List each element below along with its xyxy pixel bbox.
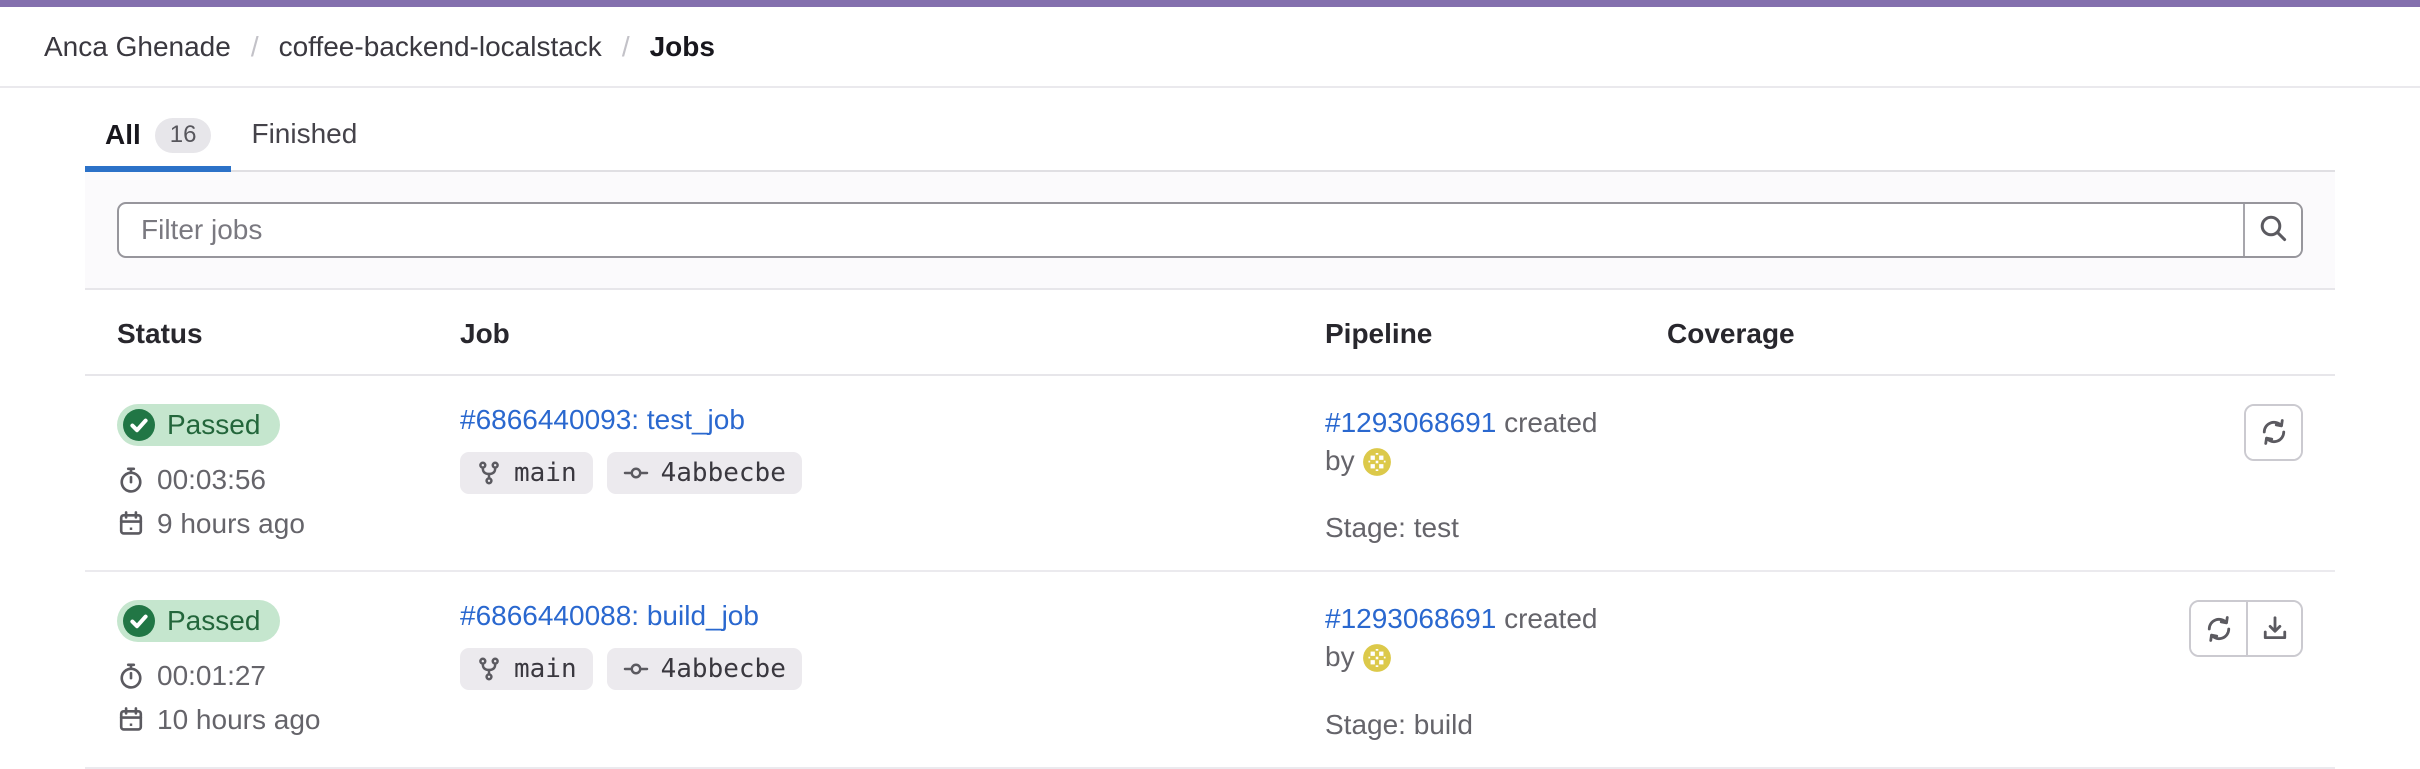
avatar[interactable] xyxy=(1362,643,1392,683)
check-circle-icon xyxy=(123,409,155,441)
job-duration-value: 00:01:27 xyxy=(157,660,266,692)
avatar[interactable] xyxy=(1362,447,1392,487)
retry-job-button[interactable] xyxy=(2246,406,2301,459)
commit-ref-badge[interactable]: 4abbecbe xyxy=(607,452,802,494)
job-status-label: Passed xyxy=(167,605,260,637)
status-cell: Passed 00:01:27 xyxy=(117,600,460,736)
commit-sha: 4abbecbe xyxy=(661,458,786,488)
search-icon xyxy=(2257,212,2289,247)
git-commit-icon xyxy=(623,460,649,486)
commit-ref-badge[interactable]: 4abbecbe xyxy=(607,648,802,690)
download-icon xyxy=(2260,614,2290,644)
breadcrumb-project-owner[interactable]: Anca Ghenade xyxy=(44,31,231,63)
branch-name: main xyxy=(514,458,577,488)
column-header-job: Job xyxy=(460,318,1325,350)
job-finished-value: 10 hours ago xyxy=(157,704,320,736)
tab-all[interactable]: All 16 xyxy=(85,100,231,172)
retry-icon xyxy=(2204,614,2234,644)
job-finished-time: 10 hours ago xyxy=(117,704,460,736)
tab-finished[interactable]: Finished xyxy=(231,100,377,170)
calendar-icon xyxy=(117,706,145,734)
retry-icon xyxy=(2259,417,2289,447)
git-commit-icon xyxy=(623,656,649,682)
calendar-icon xyxy=(117,510,145,538)
pipeline-cell: #1293068691 created by xyxy=(1325,600,1667,741)
job-row: Passed 00:01:27 xyxy=(85,572,2335,769)
commit-sha: 4abbecbe xyxy=(661,654,786,684)
job-cell: #6866440093: test_job main xyxy=(460,404,1325,494)
jobs-filter-panel xyxy=(85,172,2335,290)
pipeline-cell: #1293068691 created by xyxy=(1325,404,1667,545)
check-circle-icon xyxy=(123,605,155,637)
column-header-status: Status xyxy=(117,318,460,350)
breadcrumb-separator: / xyxy=(251,31,259,63)
git-branch-icon xyxy=(476,460,502,486)
stopwatch-icon xyxy=(117,466,145,494)
job-cell: #6866440088: build_job main xyxy=(460,600,1325,690)
job-status-badge[interactable]: Passed xyxy=(117,404,280,446)
stopwatch-icon xyxy=(117,662,145,690)
job-duration-value: 00:03:56 xyxy=(157,464,266,496)
column-header-coverage: Coverage xyxy=(1667,318,1967,350)
pipeline-link[interactable]: #1293068691 xyxy=(1325,603,1496,634)
job-link[interactable]: #6866440088: build_job xyxy=(460,600,759,631)
job-finished-value: 9 hours ago xyxy=(157,508,305,540)
retry-job-button[interactable] xyxy=(2191,602,2246,655)
job-link[interactable]: #6866440093: test_job xyxy=(460,404,745,435)
job-finished-time: 9 hours ago xyxy=(117,508,460,540)
breadcrumb: Anca Ghenade / coffee-backend-localstack… xyxy=(0,7,2420,88)
search-button[interactable] xyxy=(2243,204,2301,256)
branch-ref-badge[interactable]: main xyxy=(460,648,593,690)
tab-all-count-badge: 16 xyxy=(155,118,212,153)
job-actions xyxy=(2189,600,2303,657)
status-cell: Passed 00:03:56 xyxy=(117,404,460,540)
pipeline-link[interactable]: #1293068691 xyxy=(1325,407,1496,438)
breadcrumb-current-page: Jobs xyxy=(650,31,715,63)
job-actions xyxy=(2244,404,2303,461)
download-artifacts-button[interactable] xyxy=(2246,602,2301,655)
breadcrumb-project[interactable]: coffee-backend-localstack xyxy=(279,31,602,63)
jobs-tab-bar: All 16 Finished xyxy=(85,100,2335,172)
job-status-badge[interactable]: Passed xyxy=(117,600,280,642)
job-duration: 00:03:56 xyxy=(117,464,460,496)
pipeline-stage: Stage: build xyxy=(1325,709,1667,741)
branch-ref-badge[interactable]: main xyxy=(460,452,593,494)
job-status-label: Passed xyxy=(167,409,260,441)
filter-jobs-input[interactable] xyxy=(119,204,2243,256)
breadcrumb-separator: / xyxy=(622,31,630,63)
pipeline-stage: Stage: test xyxy=(1325,512,1667,544)
column-header-pipeline: Pipeline xyxy=(1325,318,1667,350)
tab-all-label: All xyxy=(105,119,141,151)
tab-finished-label: Finished xyxy=(251,118,357,150)
job-duration: 00:01:27 xyxy=(117,660,460,692)
branch-name: main xyxy=(514,654,577,684)
git-branch-icon xyxy=(476,656,502,682)
job-row: Passed 00:03:56 xyxy=(85,376,2335,573)
jobs-table-header: Status Job Pipeline Coverage xyxy=(85,290,2335,376)
theme-accent-bar xyxy=(0,0,2420,7)
